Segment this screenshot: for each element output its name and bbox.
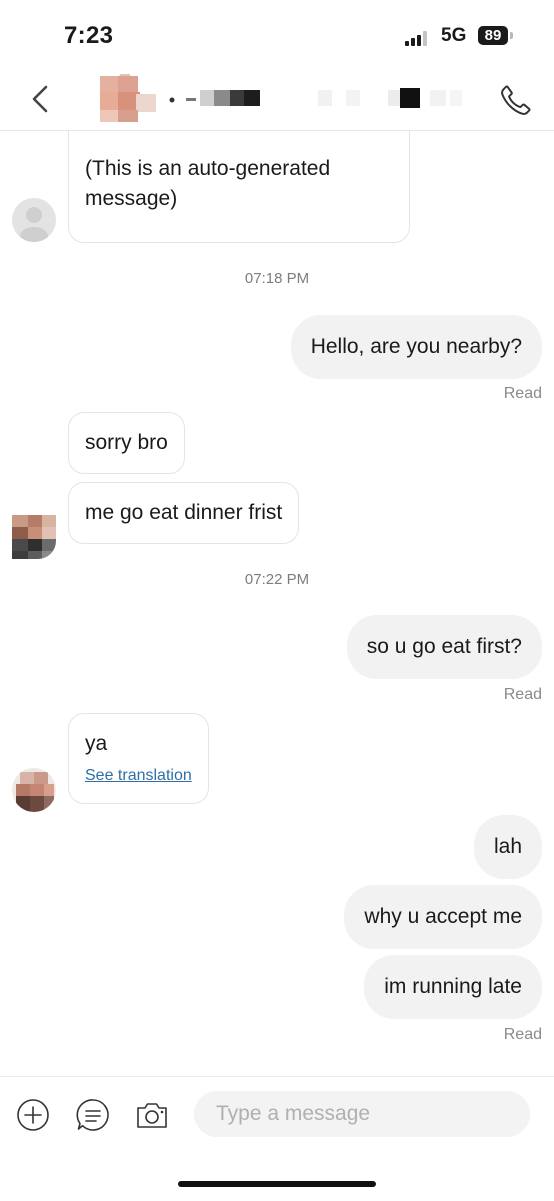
battery-level: 89 xyxy=(478,26,508,45)
message-text: im running late xyxy=(384,975,522,998)
incoming-message[interactable]: me go eat dinner frist xyxy=(68,482,300,544)
chevron-left-icon[interactable] xyxy=(28,84,54,114)
sender-avatar[interactable] xyxy=(12,198,56,242)
home-indicator[interactable] xyxy=(178,1181,376,1187)
incoming-message[interactable]: sorry bro xyxy=(68,412,185,474)
outgoing-message[interactable]: so u go eat first? xyxy=(346,615,542,679)
quick-reply-icon[interactable] xyxy=(76,1098,110,1132)
message-list[interactable]: (This is an auto-generated message) 07:1… xyxy=(0,131,554,1076)
see-translation-link[interactable]: See translation xyxy=(85,761,192,791)
message-text: lah xyxy=(493,835,522,858)
outgoing-message[interactable]: Hello, are you nearby? xyxy=(290,315,542,379)
battery-tip xyxy=(510,32,513,39)
status-bar: 7:23 5G 89 xyxy=(0,0,554,70)
message-text: sorry bro xyxy=(85,431,168,454)
camera-icon[interactable] xyxy=(135,1098,169,1132)
message-text: Hello, are you nearby? xyxy=(310,335,522,358)
plus-circle-icon[interactable] xyxy=(16,1098,50,1132)
sender-avatar[interactable] xyxy=(12,515,56,559)
sender-avatar[interactable] xyxy=(12,768,56,812)
read-receipt: Read xyxy=(503,385,542,402)
outgoing-message[interactable]: why u accept me xyxy=(344,885,542,949)
read-receipt: Read xyxy=(503,1026,542,1043)
timestamp: 07:22 PM xyxy=(244,571,310,588)
read-receipt: Read xyxy=(503,686,542,703)
outgoing-message[interactable]: im running late xyxy=(364,955,542,1019)
timestamp: 07:18 PM xyxy=(244,270,310,287)
cellular-signal-icon xyxy=(405,30,427,46)
message-input[interactable] xyxy=(194,1091,530,1137)
message-text: so u go eat first? xyxy=(366,635,522,658)
phone-icon[interactable] xyxy=(498,83,532,117)
outgoing-message[interactable]: lah xyxy=(473,815,542,879)
message-text: me go eat dinner frist xyxy=(85,501,283,524)
status-time: 7:23 xyxy=(64,22,114,49)
message-text: ya xyxy=(85,732,108,755)
contact-avatar[interactable] xyxy=(100,72,162,136)
message-text: (This is an auto-generated message) xyxy=(85,157,331,210)
message-text: why u accept me xyxy=(364,905,522,928)
chat-header xyxy=(0,70,554,131)
incoming-message[interactable]: ya See translation xyxy=(68,713,209,804)
contact-name-redacted xyxy=(169,88,462,108)
incoming-message[interactable]: (This is an auto-generated message) xyxy=(68,131,410,243)
network-type: 5G xyxy=(441,25,467,46)
